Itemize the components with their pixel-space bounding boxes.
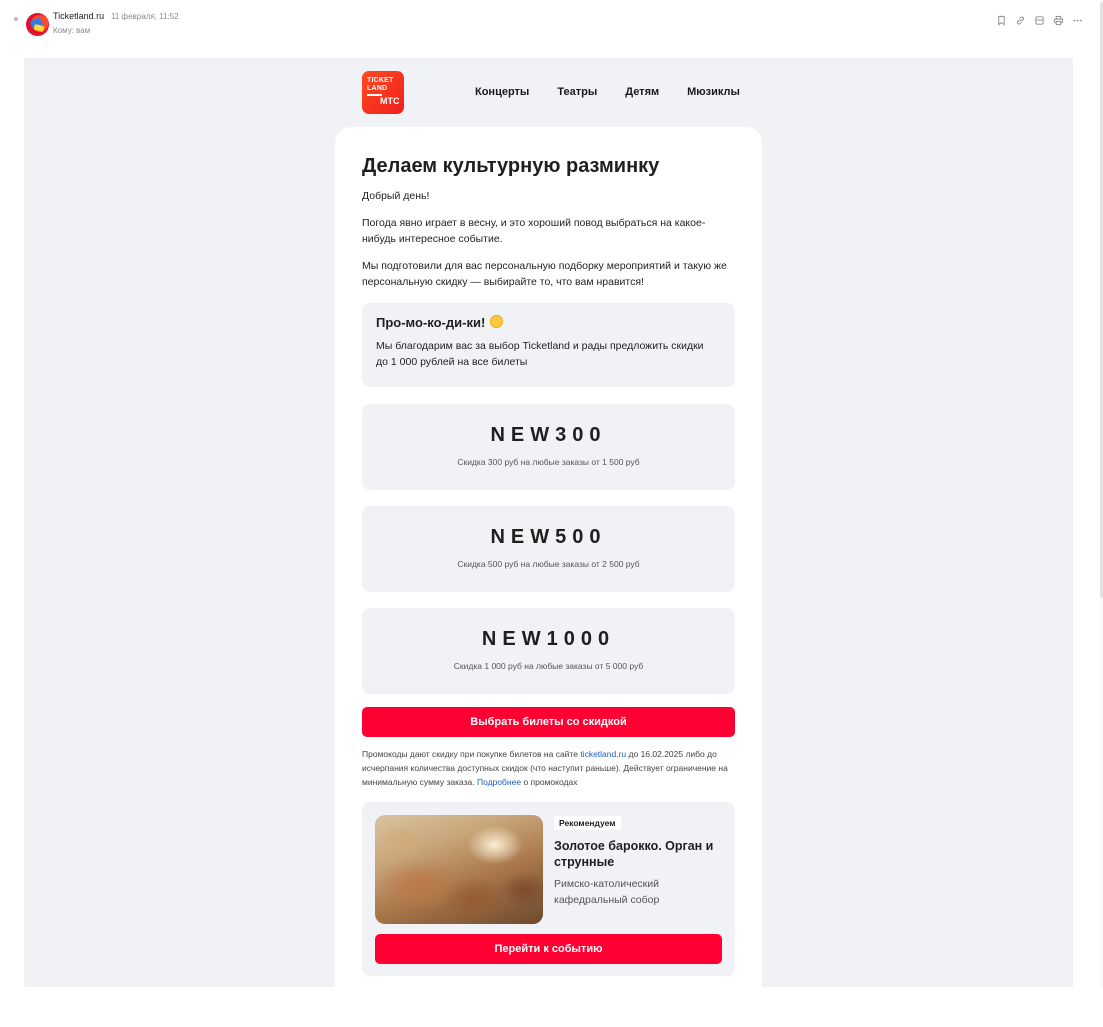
more-icon[interactable] xyxy=(1071,14,1083,26)
print-icon[interactable] xyxy=(1052,14,1064,26)
recommended-event-card: Рекомендуем Золотое барокко. Орган и стр… xyxy=(362,802,735,976)
mail-toolbar xyxy=(995,14,1083,26)
email-title: Делаем культурную разминку xyxy=(362,155,660,177)
promo-title-row: Про-мо-ко-ди-ки! xyxy=(376,315,504,330)
fine-print-text: о промокодах xyxy=(521,777,578,787)
mail-header: Ticketland.ru 11 февраля, 11:52 Кому: ва… xyxy=(0,0,1103,56)
fine-print-text: Промокоды дают скидку при покупке билето… xyxy=(362,749,581,759)
recipient-line[interactable]: Кому: вам xyxy=(53,26,90,35)
promo-code-description: Скидка 1 000 руб на любые заказы от 5 00… xyxy=(453,661,644,671)
promo-text: Мы благодарим вас за выбор Ticketland и … xyxy=(376,340,704,368)
nav-musicals[interactable]: Мюзиклы xyxy=(687,86,740,98)
unread-indicator[interactable] xyxy=(14,17,18,21)
promo-code-card[interactable]: NEW1000 Скидка 1 000 руб на любые заказы… xyxy=(362,608,735,694)
promo-code[interactable]: NEW1000 xyxy=(362,628,735,651)
promo-fine-print: Промокоды дают скидку при покупке билето… xyxy=(362,747,735,789)
nav-theatres[interactable]: Театры xyxy=(557,86,597,98)
event-title[interactable]: Золотое барокко. Орган и струнные xyxy=(554,838,724,870)
nav-concerts[interactable]: Концерты xyxy=(475,86,529,98)
event-venue: Римско-католический кафедральный собор xyxy=(554,878,660,906)
promo-code-description: Скидка 500 руб на любые заказы от 2 500 … xyxy=(457,559,640,569)
archive-icon[interactable] xyxy=(1033,14,1045,26)
choose-tickets-button[interactable]: Выбрать билеты со скидкой xyxy=(362,707,735,737)
promo-code[interactable]: NEW300 xyxy=(362,424,735,447)
promo-code[interactable]: NEW500 xyxy=(362,526,735,549)
mail-date: 11 февраля, 11:52 xyxy=(111,12,179,21)
logo-text-ticket: TICKET xyxy=(367,77,394,84)
nav-kids[interactable]: Детям xyxy=(625,86,659,98)
email-nav: Концерты Театры Детям Мюзиклы xyxy=(475,86,740,98)
logo-text-mts: МТС xyxy=(380,96,400,106)
ticketland-logo[interactable]: TICKET LAND МТС xyxy=(362,71,404,114)
event-image[interactable] xyxy=(375,815,543,924)
intro-paragraph-2: Мы подготовили для вас персональную подб… xyxy=(362,260,727,288)
promo-title: Про-мо-ко-ди-ки! xyxy=(376,315,486,330)
promo-code-description: Скидка 300 руб на любые заказы от 1 500 … xyxy=(457,457,640,467)
greeting: Добрый день! xyxy=(362,190,430,202)
sender-name[interactable]: Ticketland.ru xyxy=(53,11,104,21)
link-icon[interactable] xyxy=(1014,14,1026,26)
sun-emoji-icon xyxy=(490,315,504,328)
logo-text-land: LAND xyxy=(367,85,388,92)
details-link[interactable]: Подробнее xyxy=(477,777,521,787)
promo-code-card[interactable]: NEW500 Скидка 500 руб на любые заказы от… xyxy=(362,506,735,592)
content-card: Делаем культурную разминку Добрый день! … xyxy=(335,127,762,1027)
recommended-badge: Рекомендуем xyxy=(554,816,621,830)
go-to-event-button[interactable]: Перейти к событию xyxy=(375,934,722,964)
sender-avatar[interactable] xyxy=(26,13,49,36)
promo-info-box: Про-мо-ко-ди-ки! Мы благодарим вас за вы… xyxy=(362,303,735,387)
email-body: TICKET LAND МТС Концерты Театры Детям Мю… xyxy=(24,58,1073,1027)
bookmark-icon[interactable] xyxy=(995,14,1007,26)
intro-paragraph-1: Погода явно играет в весну, и это хороши… xyxy=(362,217,706,245)
ticketland-link[interactable]: ticketland.ru xyxy=(580,749,626,759)
promo-code-card[interactable]: NEW300 Скидка 300 руб на любые заказы от… xyxy=(362,404,735,490)
